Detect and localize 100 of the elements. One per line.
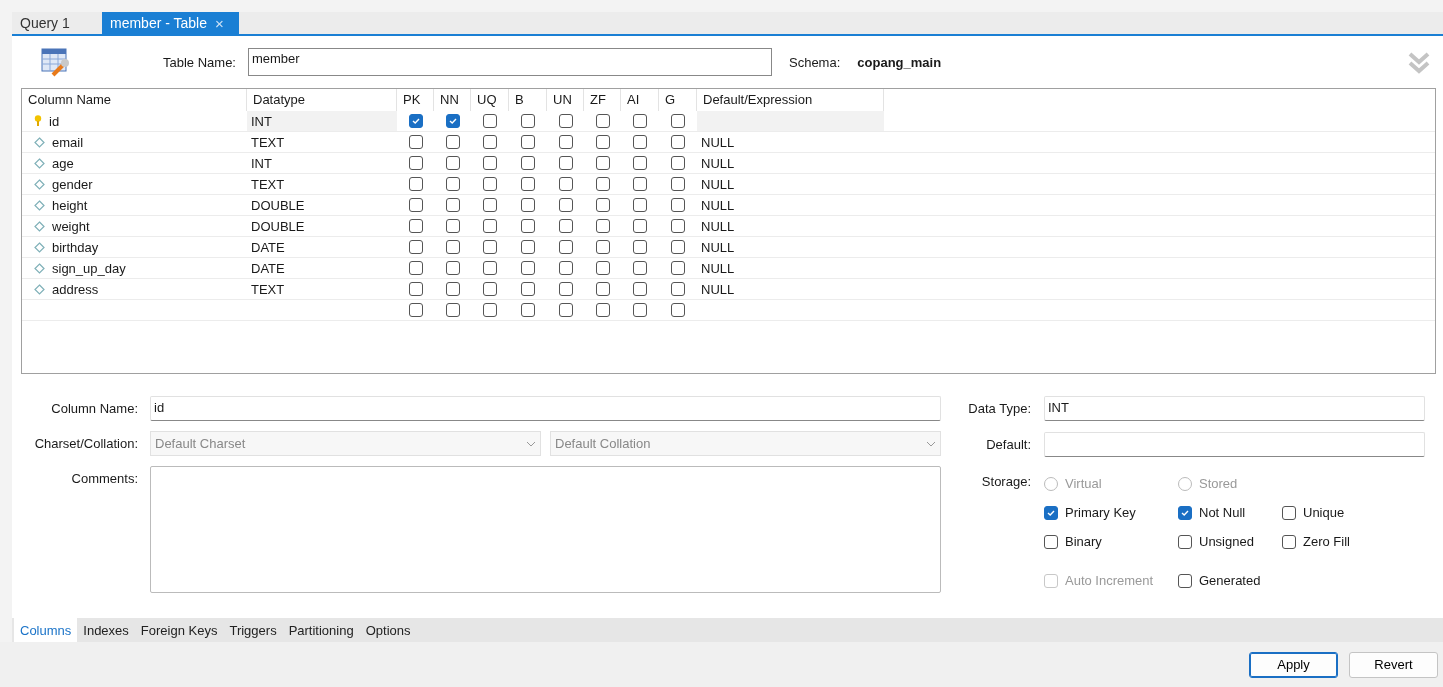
- checkbox[interactable]: [445, 156, 460, 170]
- checkbox[interactable]: [595, 156, 610, 170]
- checkbox[interactable]: [558, 114, 573, 128]
- checkbox[interactable]: [671, 261, 685, 275]
- checkbox[interactable]: [1178, 573, 1192, 588]
- checkbox[interactable]: [595, 135, 610, 149]
- checkbox[interactable]: [671, 156, 685, 170]
- checkbox[interactable]: [595, 282, 610, 296]
- grid-row[interactable]: age INT NULL: [22, 153, 1435, 174]
- checkbox[interactable]: [521, 114, 535, 128]
- checkbox[interactable]: [671, 219, 685, 233]
- checkbox[interactable]: [445, 114, 460, 128]
- column-header[interactable]: UQ: [471, 89, 509, 111]
- checkbox[interactable]: [671, 177, 685, 191]
- checkbox[interactable]: [521, 261, 535, 275]
- checkbox[interactable]: [483, 282, 497, 296]
- checkbox[interactable]: [633, 219, 647, 233]
- column-header[interactable]: AI: [621, 89, 659, 111]
- checkbox[interactable]: [633, 156, 647, 170]
- column-header[interactable]: G: [659, 89, 697, 111]
- checkbox[interactable]: [595, 261, 610, 275]
- checkbox[interactable]: [1044, 505, 1058, 520]
- checkbox[interactable]: [483, 219, 497, 233]
- checkbox[interactable]: [483, 303, 497, 317]
- column-header[interactable]: UN: [547, 89, 584, 111]
- checkbox[interactable]: [633, 177, 647, 191]
- checkbox[interactable]: [445, 240, 460, 254]
- tab[interactable]: Options: [359, 618, 417, 642]
- column-header[interactable]: B: [509, 89, 547, 111]
- checkbox[interactable]: [633, 261, 647, 275]
- checkbox[interactable]: [671, 240, 685, 254]
- checkbox[interactable]: [408, 114, 423, 128]
- checkbox[interactable]: [445, 135, 460, 149]
- checkbox[interactable]: [445, 198, 460, 212]
- checkbox[interactable]: [521, 303, 535, 317]
- tab[interactable]: Query 1: [12, 12, 100, 34]
- checkbox[interactable]: [408, 156, 423, 170]
- checkbox[interactable]: [445, 303, 460, 317]
- column-header[interactable]: Column Name: [22, 89, 247, 111]
- checkbox[interactable]: [558, 156, 573, 170]
- checkbox[interactable]: [408, 198, 423, 212]
- column-header[interactable]: NN: [434, 89, 471, 111]
- checkbox[interactable]: [483, 261, 497, 275]
- checkbox[interactable]: [558, 261, 573, 275]
- checkbox[interactable]: [408, 219, 423, 233]
- checkbox[interactable]: [521, 282, 535, 296]
- checkbox[interactable]: [633, 135, 647, 149]
- checkbox[interactable]: [521, 198, 535, 212]
- checkbox[interactable]: [595, 177, 610, 191]
- checkbox[interactable]: [558, 240, 573, 254]
- tab[interactable]: member - Table ×: [102, 12, 239, 34]
- checkbox[interactable]: [633, 114, 647, 128]
- table-name-field[interactable]: member: [248, 48, 772, 76]
- checkbox[interactable]: [595, 303, 610, 317]
- checkbox[interactable]: [408, 303, 423, 317]
- tab[interactable]: Indexes: [77, 618, 135, 642]
- checkbox[interactable]: [558, 198, 573, 212]
- checkbox[interactable]: [521, 219, 535, 233]
- grid-row[interactable]: id INT: [22, 111, 1435, 132]
- checkbox[interactable]: [483, 114, 497, 128]
- grid-row[interactable]: gender TEXT NULL: [22, 174, 1435, 195]
- checkbox[interactable]: [558, 135, 573, 149]
- checkbox[interactable]: [445, 261, 460, 275]
- revert-button[interactable]: Revert: [1349, 651, 1438, 678]
- checkbox[interactable]: [408, 177, 423, 191]
- tab[interactable]: Columns: [14, 618, 78, 642]
- apply-button[interactable]: Apply: [1249, 651, 1338, 678]
- checkbox[interactable]: [445, 219, 460, 233]
- grid-row[interactable]: height DOUBLE NULL: [22, 195, 1435, 216]
- checkbox[interactable]: [671, 135, 685, 149]
- checkbox[interactable]: [558, 303, 573, 317]
- checkbox[interactable]: [521, 135, 535, 149]
- grid-row[interactable]: weight DOUBLE NULL: [22, 216, 1435, 237]
- default-field[interactable]: [1044, 432, 1425, 458]
- checkbox[interactable]: [671, 282, 685, 296]
- tab[interactable]: Partitioning: [282, 618, 360, 642]
- checkbox[interactable]: [633, 303, 647, 317]
- checkbox[interactable]: [1178, 534, 1192, 549]
- checkbox[interactable]: [483, 156, 497, 170]
- checkbox[interactable]: [445, 177, 460, 191]
- checkbox[interactable]: [671, 114, 685, 128]
- checkbox[interactable]: [1178, 505, 1192, 520]
- checkbox[interactable]: [408, 135, 423, 149]
- column-header[interactable]: PK: [397, 89, 434, 111]
- grid-row[interactable]: birthday DATE NULL: [22, 237, 1435, 258]
- checkbox[interactable]: [558, 282, 573, 296]
- checkbox[interactable]: [408, 261, 423, 275]
- tab[interactable]: Foreign Keys: [134, 618, 224, 642]
- checkbox[interactable]: [633, 198, 647, 212]
- checkbox[interactable]: [483, 177, 497, 191]
- column-name-field[interactable]: id: [150, 396, 941, 421]
- grid-row[interactable]: email TEXT NULL: [22, 132, 1435, 153]
- checkbox[interactable]: [633, 282, 647, 296]
- checkbox[interactable]: [558, 177, 573, 191]
- checkbox[interactable]: [1282, 534, 1296, 549]
- column-header[interactable]: ZF: [584, 89, 621, 111]
- checkbox[interactable]: [595, 240, 610, 254]
- checkbox[interactable]: [1044, 534, 1058, 549]
- comments-field[interactable]: [150, 466, 941, 593]
- checkbox[interactable]: [1282, 505, 1296, 520]
